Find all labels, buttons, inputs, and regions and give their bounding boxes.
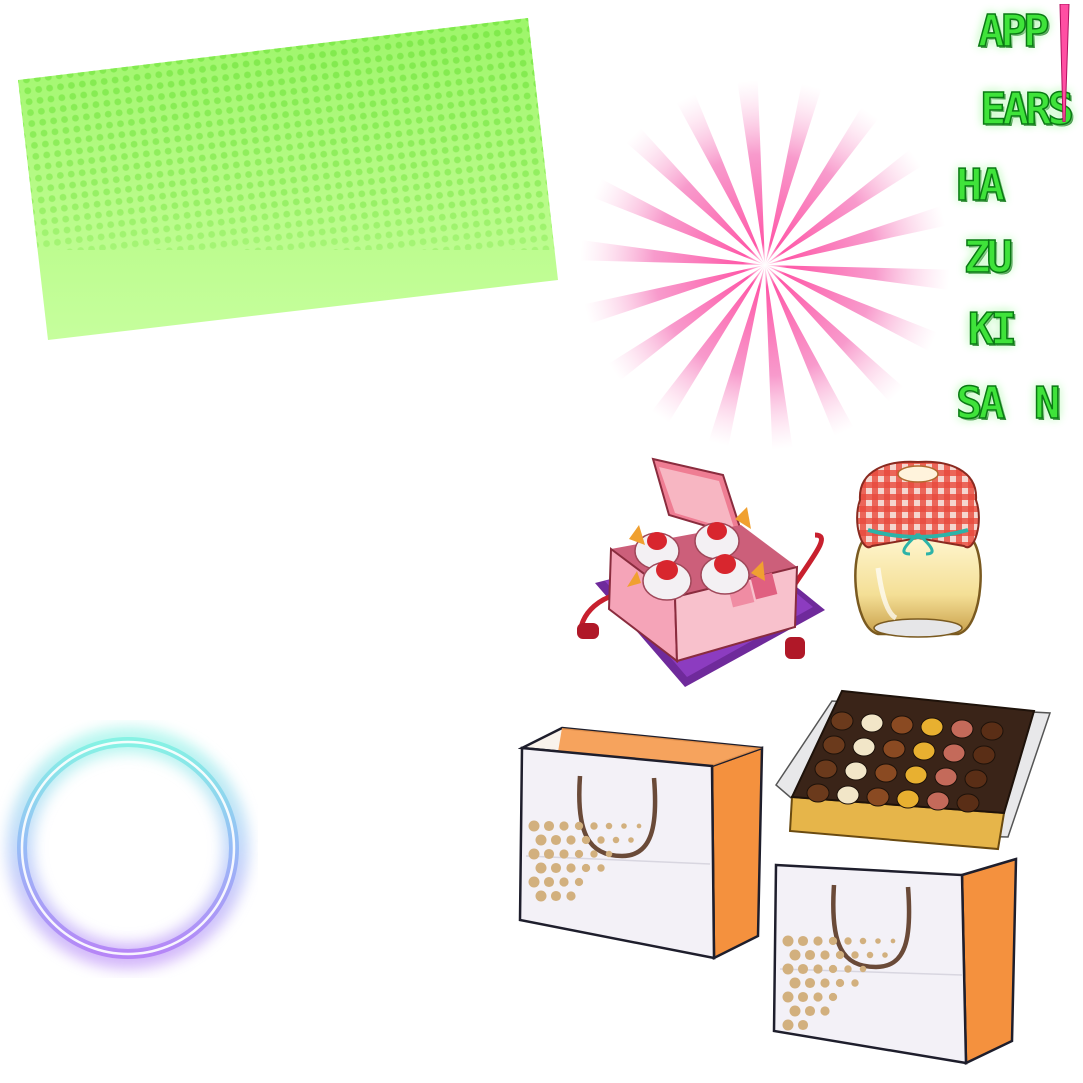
title-line-7: N bbox=[1033, 377, 1061, 430]
title-line-5: KI bbox=[967, 303, 1017, 356]
glowing-ring bbox=[7, 727, 249, 969]
chocolate-box-icon bbox=[775, 689, 1052, 851]
shopping-bag-icon bbox=[518, 726, 764, 961]
title-line-1: APP bbox=[977, 5, 1050, 58]
chocolate-box bbox=[775, 689, 1052, 851]
shopping-bag-right bbox=[772, 857, 1018, 1065]
gift-box-icon bbox=[577, 457, 825, 687]
shopping-bag-left bbox=[518, 726, 764, 961]
strawberry-daifuku-box bbox=[577, 457, 825, 687]
shopping-bag-icon bbox=[772, 857, 1018, 1065]
title-appears-hazuki-san: APP EARS HA ZU KI SA N bbox=[950, 0, 1080, 450]
title-line-3: HA bbox=[955, 159, 1005, 212]
title-line-4: ZU bbox=[963, 231, 1013, 284]
jar-icon bbox=[854, 460, 982, 638]
title-line-6: SA bbox=[955, 377, 1005, 430]
exclamation-mark-icon bbox=[1059, 4, 1070, 122]
pudding-jar bbox=[854, 460, 982, 638]
pink-sunburst bbox=[580, 80, 950, 450]
title-line-2: EARS bbox=[979, 83, 1074, 136]
